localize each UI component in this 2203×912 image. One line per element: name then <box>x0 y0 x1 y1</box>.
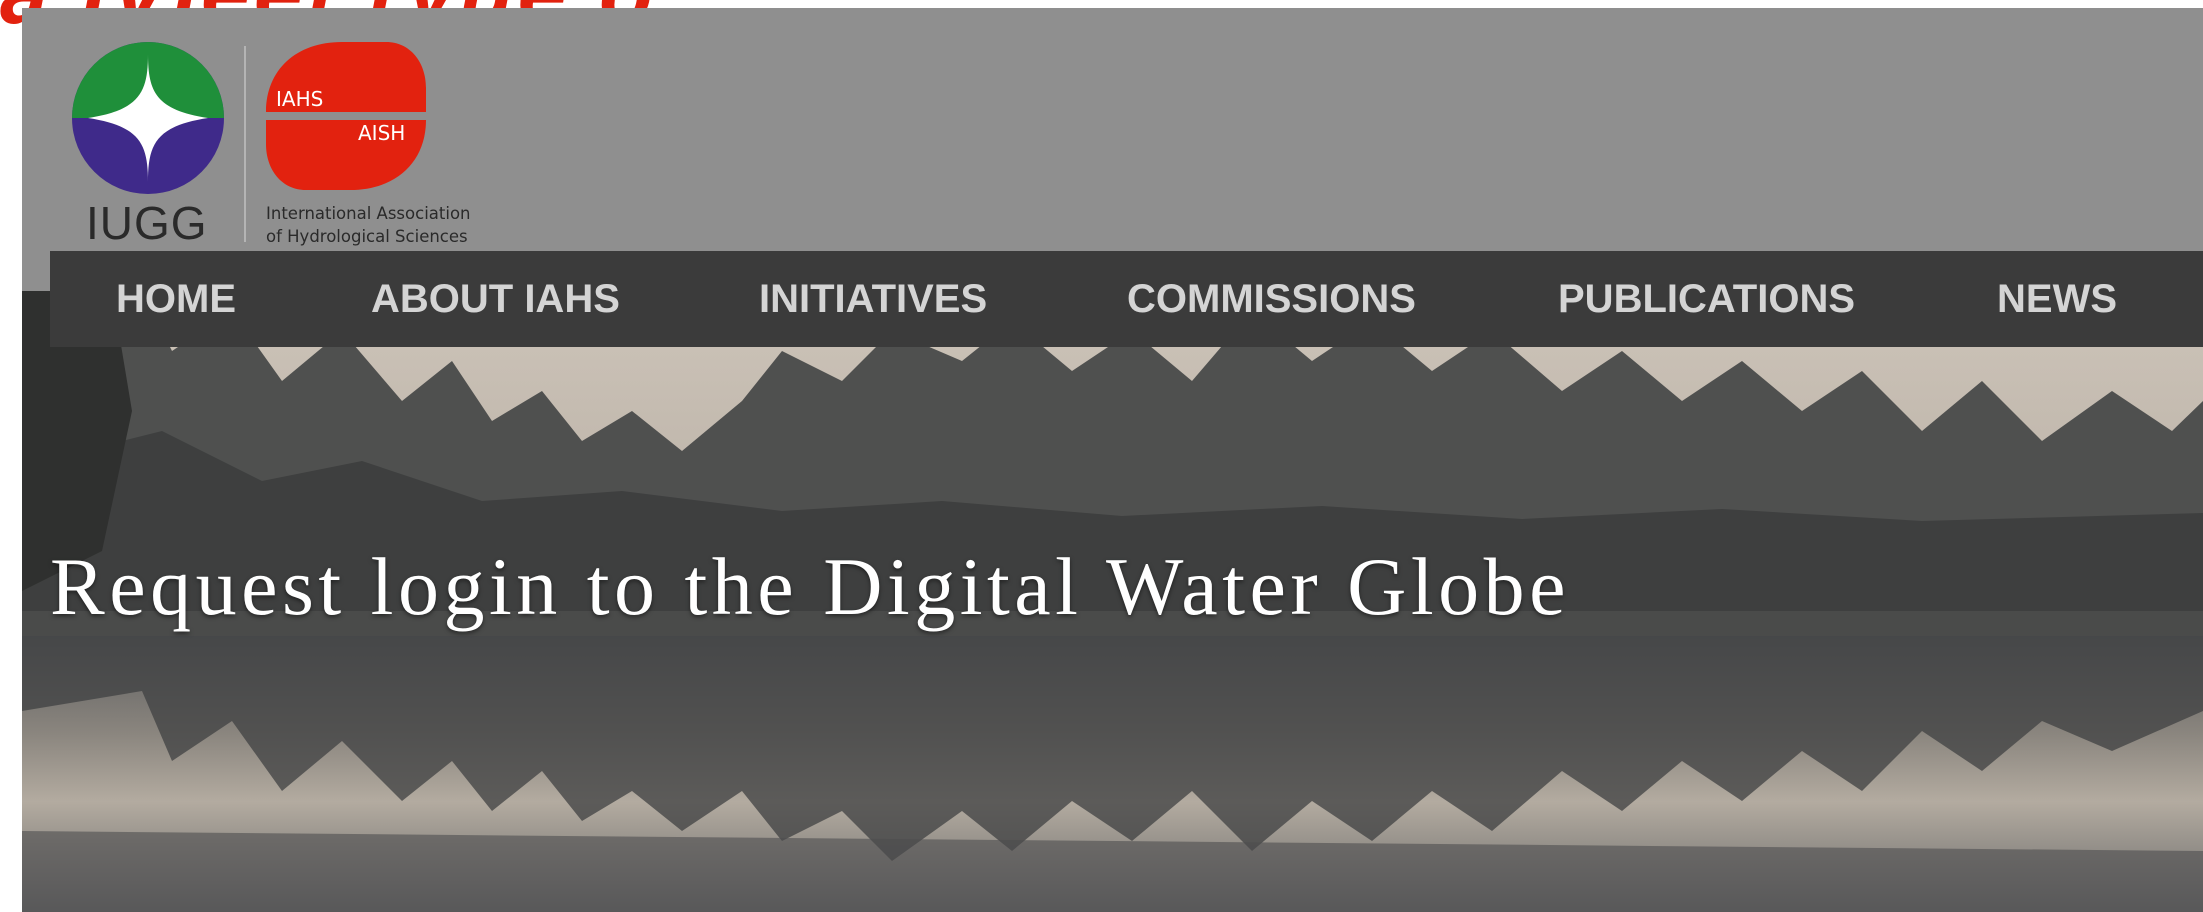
nav-news[interactable]: NEWS <box>1997 251 2117 347</box>
iugg-label: IUGG <box>86 197 208 249</box>
nav-publications[interactable]: PUBLICATIONS <box>1558 251 1855 347</box>
iahs-full-name: International Association of Hydrologica… <box>266 202 471 248</box>
iahs-logo-text-right: AISH <box>358 121 405 145</box>
nav-home[interactable]: HOME <box>116 251 236 347</box>
iugg-logo-icon[interactable] <box>70 40 226 196</box>
nav-about-iahs[interactable]: ABOUT IAHS <box>371 251 620 347</box>
nav-commissions[interactable]: COMMISSIONS <box>1127 251 1416 347</box>
iahs-logo-text-left: IAHS <box>276 87 323 111</box>
logo-area[interactable]: IUGG IAHS AISH International Association… <box>48 30 488 250</box>
iahs-logo-icon[interactable]: IAHS AISH <box>266 40 426 192</box>
iahs-name-line-2: of Hydrological Sciences <box>266 227 468 246</box>
page-title: Request login to the Digital Water Globe <box>50 541 1571 632</box>
logo-divider <box>244 46 246 242</box>
site-header: IUGG IAHS AISH International Association… <box>22 8 2203 291</box>
nav-initiatives[interactable]: INITIATIVES <box>759 251 987 347</box>
main-navigation: HOME ABOUT IAHS INITIATIVES COMMISSIONS … <box>50 251 2203 347</box>
iahs-name-line-1: International Association <box>266 204 471 223</box>
page: a IVIeet ryue o IUGG IAHS AISH Internati <box>0 0 2203 912</box>
